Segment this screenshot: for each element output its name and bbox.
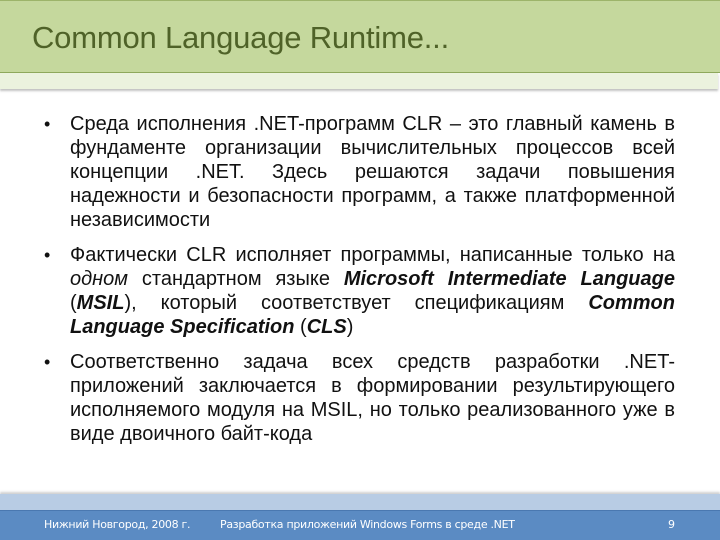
footer-location-date: Нижний Новгород, 2008 г. [44, 518, 191, 531]
bullet-item: • Среда исполнения .NET-программ CLR – э… [44, 112, 675, 232]
bullet-segment: Фактически CLR исполняет программы, напи… [70, 244, 675, 266]
bullet-icon: • [44, 245, 51, 265]
bullet-segment: ), который соответствует спецификациям [124, 292, 589, 314]
term-cls: CLS [306, 316, 347, 338]
bullet-segment: Среда исполнения .NET-программ CLR – это… [70, 113, 675, 231]
bullet-segment: ( [70, 292, 77, 314]
bullet-item: • Фактически CLR исполняет программы, на… [44, 243, 675, 339]
bullet-text: Соответственно задача всех средств разра… [70, 350, 675, 446]
bullet-icon: • [44, 114, 51, 134]
slide-number: 9 [668, 518, 675, 531]
footer-band-light [0, 494, 720, 510]
bullet-text: Среда исполнения .NET-программ CLR – это… [70, 112, 675, 232]
term-msil: MSIL [76, 292, 125, 314]
title-band-underline [0, 73, 718, 89]
bullet-segment: Соответственно задача всех средств разра… [70, 351, 675, 445]
bullet-segment: ( [294, 316, 307, 338]
term-msil-full: Microsoft Intermediate Language [343, 268, 675, 290]
bullet-item: • Соответственно задача всех средств раз… [44, 350, 675, 446]
bullet-segment: ) [346, 316, 354, 338]
bullet-segment: стандартном языке [128, 268, 344, 290]
bullet-icon: • [44, 352, 51, 372]
slide-title: Common Language Runtime... [32, 20, 449, 55]
bullet-list: • Среда исполнения .NET-программ CLR – э… [44, 112, 675, 457]
footer-course-title: Разработка приложений Windows Forms в ср… [220, 518, 515, 531]
emphasis-text: одном [70, 268, 129, 290]
bullet-text: Фактически CLR исполняет программы, напи… [70, 243, 675, 339]
